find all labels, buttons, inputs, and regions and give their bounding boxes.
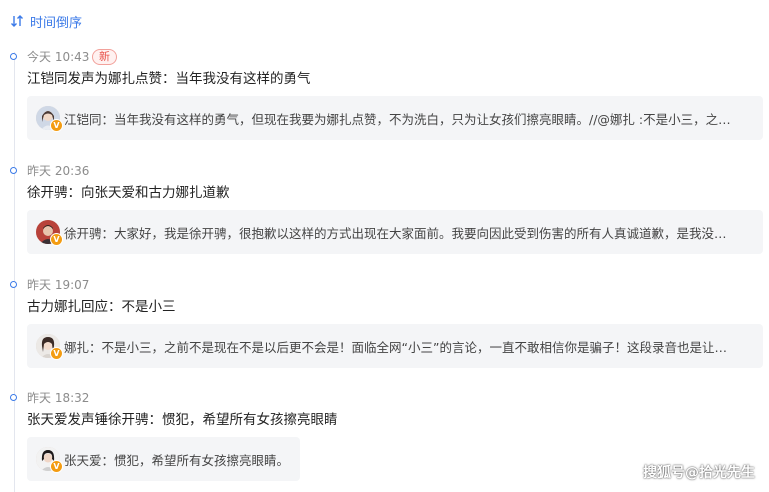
quoted-post-text: 娜扎：不是小三，之前不是现在不是以后更不会是！面临全网“小三”的言论，一直不敢相… bbox=[64, 339, 727, 355]
timeline-dot bbox=[10, 167, 17, 174]
quoted-post-card[interactable]: V 张天爱：惯犯，希望所有女孩擦亮眼睛。 bbox=[27, 437, 300, 481]
timeline-dot bbox=[10, 53, 17, 60]
timeline-line bbox=[14, 52, 15, 492]
entry-time: 今天 10:43 bbox=[27, 50, 90, 64]
entry-time: 昨天 19:07 bbox=[27, 278, 90, 292]
timeline-dot bbox=[10, 281, 17, 288]
sort-arrows-icon bbox=[10, 14, 24, 28]
entry-headline[interactable]: 徐开骋：向张天爱和古力娜扎道歉 bbox=[27, 182, 230, 204]
entry-time: 昨天 20:36 bbox=[27, 164, 90, 178]
new-badge: 新 bbox=[92, 49, 117, 65]
timeline-dot bbox=[10, 394, 17, 401]
entry-headline[interactable]: 张天爱发声锤徐开骋：惯犯，希望所有女孩擦亮眼睛 bbox=[27, 409, 338, 431]
quoted-post-text: 江铠同：当年我没有这样的勇气，但现在我要为娜扎点赞，不为洗白，只为让女孩们擦亮眼… bbox=[64, 111, 731, 127]
author-avatar: V bbox=[36, 334, 63, 360]
sort-order-toggle[interactable]: 时间倒序 bbox=[10, 10, 82, 32]
verified-icon: V bbox=[50, 119, 63, 132]
verified-icon: V bbox=[50, 233, 63, 246]
author-avatar: V bbox=[36, 106, 63, 132]
quoted-post-text: 张天爱：惯犯，希望所有女孩擦亮眼睛。 bbox=[64, 452, 290, 468]
entry-headline[interactable]: 江铠同发声为娜扎点赞：当年我没有这样的勇气 bbox=[27, 68, 311, 90]
quoted-post-card[interactable]: V 徐开骋：大家好，我是徐开骋，很抱歉以这样的方式出现在大家面前。我要向因此受到… bbox=[27, 210, 763, 254]
quoted-post-card[interactable]: V 江铠同：当年我没有这样的勇气，但现在我要为娜扎点赞，不为洗白，只为让女孩们擦… bbox=[27, 96, 763, 140]
author-avatar: V bbox=[36, 447, 63, 473]
watermark: 搜狐号@拾光先生 bbox=[643, 465, 755, 481]
quoted-post-card[interactable]: V 娜扎：不是小三，之前不是现在不是以后更不会是！面临全网“小三”的言论，一直不… bbox=[27, 324, 763, 368]
entry-time: 昨天 18:32 bbox=[27, 391, 90, 405]
verified-icon: V bbox=[50, 347, 63, 360]
quoted-post-text: 徐开骋：大家好，我是徐开骋，很抱歉以这样的方式出现在大家面前。我要向因此受到伤害… bbox=[64, 225, 727, 241]
sort-order-label: 时间倒序 bbox=[30, 15, 83, 31]
entry-headline[interactable]: 古力娜扎回应：不是小三 bbox=[27, 296, 176, 318]
verified-icon: V bbox=[50, 460, 63, 473]
author-avatar: V bbox=[36, 220, 63, 246]
